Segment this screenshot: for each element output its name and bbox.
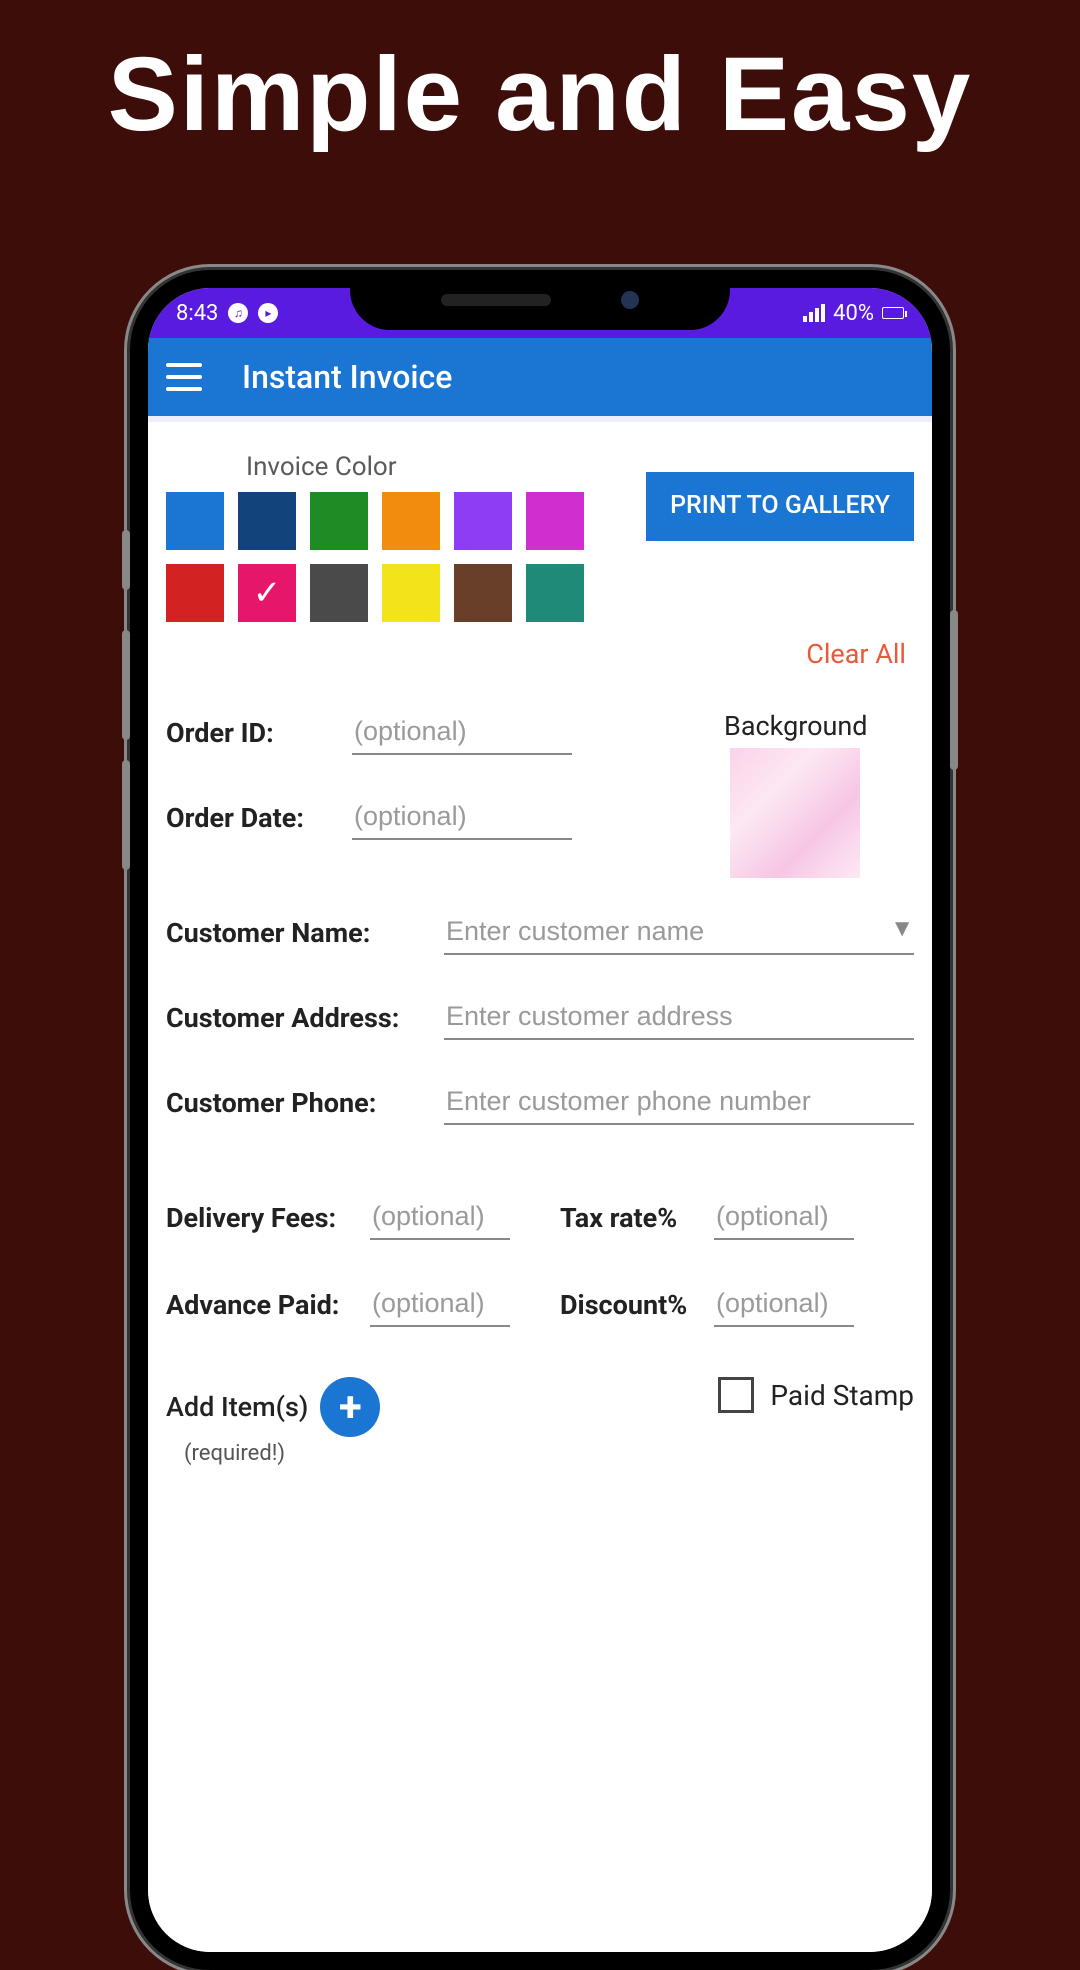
customer-address-label: Customer Address: bbox=[166, 1002, 426, 1034]
menu-icon[interactable] bbox=[166, 363, 202, 391]
phone-frame: 8:43 ♫ ▸ 40% Instant Invoice Invo bbox=[130, 270, 950, 1970]
color-swatch-10[interactable] bbox=[454, 564, 512, 622]
content-area: Invoice Color ✓ PRINT TO GALLERY Clear A… bbox=[148, 432, 932, 1952]
discount-input[interactable] bbox=[714, 1282, 854, 1327]
chevron-down-icon[interactable]: ▼ bbox=[890, 914, 914, 943]
invoice-color-label: Invoice Color bbox=[246, 452, 584, 482]
side-button bbox=[122, 630, 130, 740]
add-item-button[interactable]: + bbox=[320, 1377, 380, 1437]
order-id-label: Order ID: bbox=[166, 717, 336, 749]
divider bbox=[148, 416, 932, 422]
signal-icon bbox=[803, 304, 825, 322]
status-app-icon: ♫ bbox=[228, 303, 248, 323]
delivery-fees-input[interactable] bbox=[370, 1195, 510, 1240]
advance-paid-input[interactable] bbox=[370, 1282, 510, 1327]
side-button bbox=[950, 610, 958, 770]
delivery-fees-label: Delivery Fees: bbox=[166, 1202, 356, 1234]
side-button bbox=[122, 530, 130, 590]
background-label: Background bbox=[724, 710, 914, 742]
app-title: Instant Invoice bbox=[242, 358, 452, 396]
plus-icon: + bbox=[339, 1383, 362, 1432]
promo-headline: Simple and Easy bbox=[0, 0, 1080, 175]
paid-stamp-checkbox[interactable] bbox=[718, 1377, 754, 1413]
battery-icon bbox=[882, 307, 904, 319]
advance-paid-label: Advance Paid: bbox=[166, 1289, 356, 1321]
phone-screen: 8:43 ♫ ▸ 40% Instant Invoice Invo bbox=[148, 288, 932, 1952]
color-swatch-5[interactable] bbox=[526, 492, 584, 550]
status-time: 8:43 bbox=[176, 301, 218, 326]
background-swatch[interactable] bbox=[730, 748, 860, 878]
customer-name-label: Customer Name: bbox=[166, 917, 426, 949]
color-swatch-8[interactable] bbox=[310, 564, 368, 622]
customer-name-input[interactable] bbox=[444, 910, 914, 955]
tax-rate-label: Tax rate% bbox=[560, 1202, 700, 1234]
color-swatch-7[interactable]: ✓ bbox=[238, 564, 296, 622]
color-grid: ✓ bbox=[166, 492, 584, 622]
color-swatch-11[interactable] bbox=[526, 564, 584, 622]
color-swatch-3[interactable] bbox=[382, 492, 440, 550]
clear-all-button[interactable]: Clear All bbox=[166, 638, 914, 670]
add-items-label: Add Item(s) bbox=[166, 1391, 308, 1423]
battery-percent: 40% bbox=[833, 301, 874, 326]
order-id-input[interactable] bbox=[352, 710, 572, 755]
phone-notch bbox=[350, 270, 730, 330]
app-bar: Instant Invoice bbox=[148, 338, 932, 416]
side-button bbox=[122, 760, 130, 870]
paid-stamp-label: Paid Stamp bbox=[770, 1379, 914, 1412]
color-swatch-6[interactable] bbox=[166, 564, 224, 622]
color-swatch-1[interactable] bbox=[238, 492, 296, 550]
order-date-input[interactable] bbox=[352, 795, 572, 840]
discount-label: Discount% bbox=[560, 1289, 700, 1321]
customer-phone-input[interactable] bbox=[444, 1080, 914, 1125]
color-swatch-2[interactable] bbox=[310, 492, 368, 550]
add-items-required: (required!) bbox=[184, 1441, 380, 1466]
customer-address-input[interactable] bbox=[444, 995, 914, 1040]
color-swatch-9[interactable] bbox=[382, 564, 440, 622]
print-to-gallery-button[interactable]: PRINT TO GALLERY bbox=[646, 472, 914, 541]
tax-rate-input[interactable] bbox=[714, 1195, 854, 1240]
color-swatch-4[interactable] bbox=[454, 492, 512, 550]
status-app-icon: ▸ bbox=[258, 303, 278, 323]
invoice-color-section: Invoice Color ✓ bbox=[166, 452, 584, 622]
color-swatch-0[interactable] bbox=[166, 492, 224, 550]
customer-phone-label: Customer Phone: bbox=[166, 1087, 426, 1119]
order-date-label: Order Date: bbox=[166, 802, 336, 834]
